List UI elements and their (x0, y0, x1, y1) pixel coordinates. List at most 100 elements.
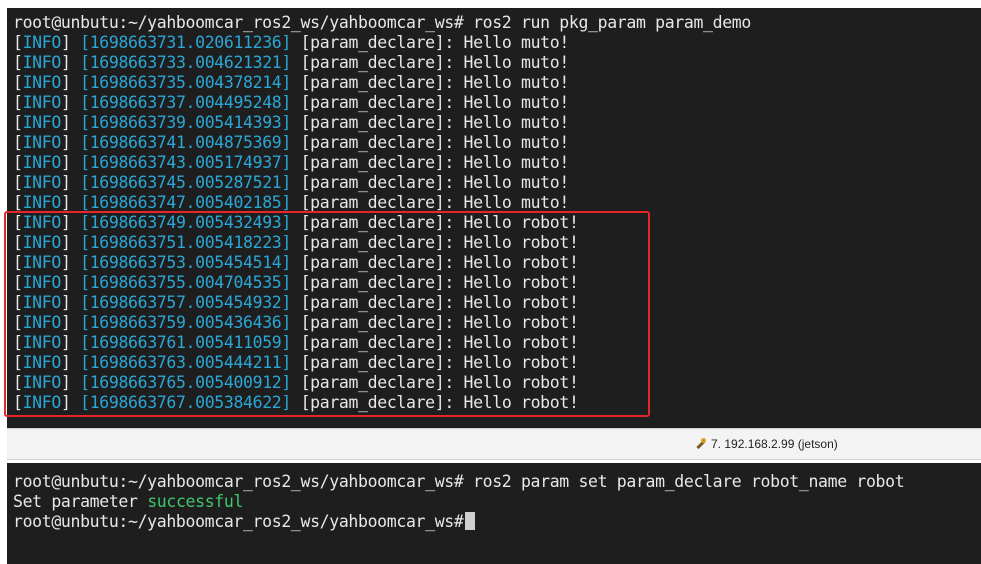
result-status: successful (147, 492, 244, 511)
log-node: param_declare (310, 53, 435, 72)
log-level: INFO (22, 193, 62, 212)
log-level: INFO (22, 333, 62, 352)
bracket: [ (290, 253, 311, 272)
bracket: ] (281, 193, 291, 212)
log-line: [INFO] [1698663747.005402185] [param_dec… (13, 193, 981, 213)
bracket: [ (13, 233, 23, 252)
bracket: ]: (434, 273, 464, 292)
bracket: ] (60, 293, 81, 312)
bracket: [ (80, 193, 90, 212)
log-message: Hello robot! (463, 393, 579, 412)
bracket: [ (13, 353, 23, 372)
log-node: param_declare (310, 293, 435, 312)
bracket: ] (60, 233, 81, 252)
bracket: [ (13, 33, 23, 52)
bracket: ]: (434, 33, 464, 52)
bracket: ] (60, 53, 81, 72)
bracket: ] (281, 133, 291, 152)
log-level: INFO (22, 233, 62, 252)
bracket: ]: (434, 193, 464, 212)
bracket: ]: (434, 233, 464, 252)
log-timestamp: 1698663745.005287521 (89, 173, 282, 192)
bracket: [ (80, 113, 90, 132)
log-line: [INFO] [1698663737.004495248] [param_dec… (13, 93, 981, 113)
log-level: INFO (22, 33, 62, 52)
bracket: ] (281, 253, 291, 272)
log-level: INFO (22, 73, 62, 92)
log-line: [INFO] [1698663755.004704535] [param_dec… (13, 273, 981, 293)
log-line: [INFO] [1698663761.005411059] [param_dec… (13, 333, 981, 353)
log-line: [INFO] [1698663753.005454514] [param_dec… (13, 253, 981, 273)
log-timestamp: 1698663761.005411059 (89, 333, 282, 352)
log-timestamp: 1698663763.005444211 (89, 353, 282, 372)
bracket: [ (290, 333, 311, 352)
log-line: [INFO] [1698663733.004621321] [param_dec… (13, 53, 981, 73)
log-line: [INFO] [1698663731.020611236] [param_dec… (13, 33, 981, 53)
log-node: param_declare (310, 173, 435, 192)
log-line: [INFO] [1698663757.005454932] [param_dec… (13, 293, 981, 313)
bracket: [ (290, 273, 311, 292)
log-timestamp: 1698663753.005454514 (89, 253, 282, 272)
bracket: [ (290, 393, 311, 412)
log-node: param_declare (310, 153, 435, 172)
bracket: ] (60, 73, 81, 92)
bracket: ] (60, 213, 81, 232)
log-message: Hello robot! (463, 253, 579, 272)
log-timestamp: 1698663767.005384622 (89, 393, 282, 412)
bracket: [ (13, 93, 23, 112)
log-node: param_declare (310, 93, 435, 112)
log-message: Hello muto! (463, 173, 570, 192)
bracket: ] (60, 353, 81, 372)
bracket: ]: (434, 153, 464, 172)
command-line: root@unbutu:~/yahboomcar_ros2_ws/yahboom… (13, 472, 981, 492)
bracket: [ (290, 133, 311, 152)
bracket: ] (60, 153, 81, 172)
log-message: Hello muto! (463, 113, 570, 132)
window-left-edge (0, 0, 7, 564)
bracket: [ (290, 93, 311, 112)
bracket: [ (290, 53, 311, 72)
log-message: Hello muto! (463, 53, 570, 72)
log-message: Hello robot! (463, 373, 579, 392)
log-message: Hello muto! (463, 153, 570, 172)
log-message: Hello robot! (463, 273, 579, 292)
terminal-pane-top[interactable]: root@unbutu:~/yahboomcar_ros2_ws/yahboom… (7, 8, 981, 428)
log-line: [INFO] [1698663749.005432493] [param_dec… (13, 213, 981, 233)
bracket: [ (13, 373, 23, 392)
log-level: INFO (22, 113, 62, 132)
log-level: INFO (22, 353, 62, 372)
log-node: param_declare (310, 233, 435, 252)
log-timestamp: 1698663751.005418223 (89, 233, 282, 252)
bracket: [ (80, 133, 90, 152)
bracket: [ (290, 233, 311, 252)
log-node: param_declare (310, 273, 435, 292)
log-node: param_declare (310, 353, 435, 372)
command-result: Set parameter successful (13, 492, 981, 512)
log-message: Hello muto! (463, 193, 570, 212)
bracket: [ (80, 53, 90, 72)
log-message: Hello muto! (463, 73, 570, 92)
log-level: INFO (22, 273, 62, 292)
session-tab-label: 7. 192.168.2.99 (jetson) (711, 437, 838, 451)
log-node: param_declare (310, 333, 435, 352)
wrench-icon (695, 438, 707, 450)
log-timestamp: 1698663749.005432493 (89, 213, 282, 232)
bracket: [ (80, 293, 90, 312)
bracket: [ (290, 313, 311, 332)
log-level: INFO (22, 393, 62, 412)
terminal-pane-bottom[interactable]: root@unbutu:~/yahboomcar_ros2_ws/yahboom… (7, 463, 981, 564)
bracket: [ (13, 393, 23, 412)
bracket: ] (281, 213, 291, 232)
log-timestamp: 1698663747.005402185 (89, 193, 282, 212)
bracket: [ (13, 293, 23, 312)
bracket: ] (60, 93, 81, 112)
log-level: INFO (22, 173, 62, 192)
log-timestamp: 1698663735.004378214 (89, 73, 282, 92)
bracket: ] (60, 373, 81, 392)
bracket: ] (60, 133, 81, 152)
bracket: ]: (434, 133, 464, 152)
log-timestamp: 1698663759.005436436 (89, 313, 282, 332)
log-message: Hello robot! (463, 353, 579, 372)
session-tab[interactable]: 7. 192.168.2.99 (jetson) (695, 437, 838, 451)
log-line: [INFO] [1698663741.004875369] [param_dec… (13, 133, 981, 153)
